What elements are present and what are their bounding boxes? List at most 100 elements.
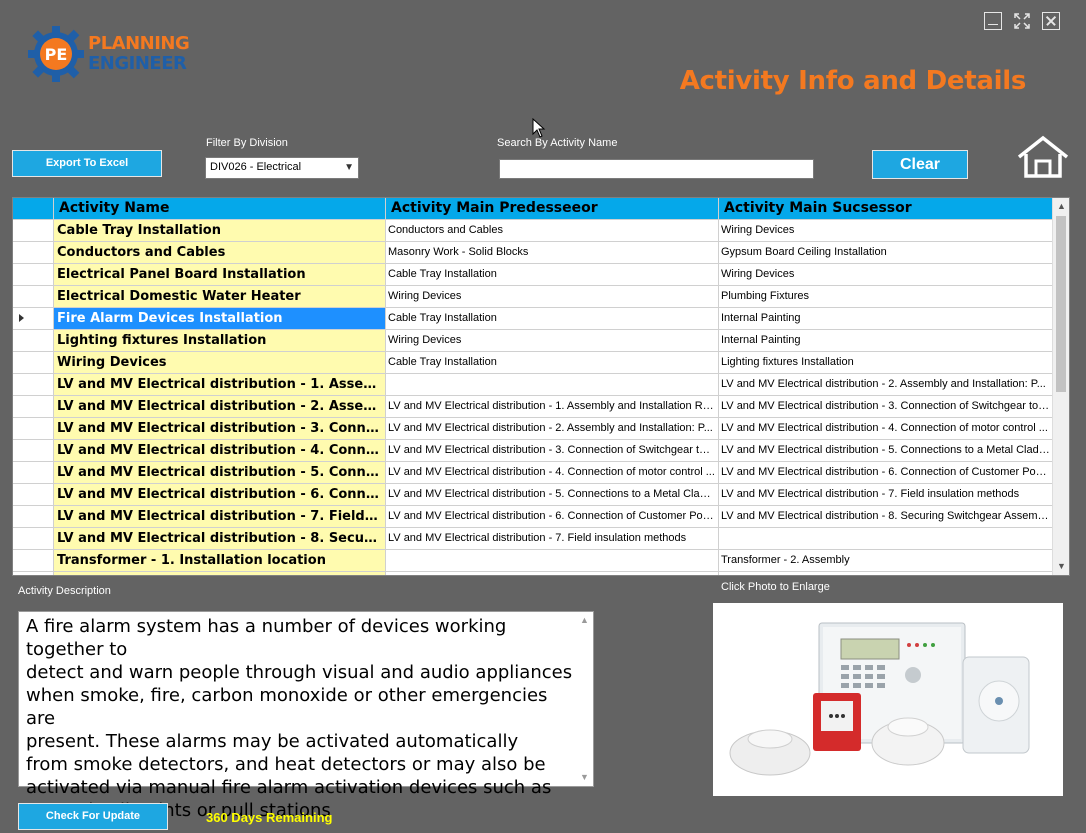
predecessor-cell[interactable]	[386, 550, 719, 571]
row-selector[interactable]	[13, 418, 54, 439]
successor-cell[interactable]: LV and MV Electrical distribution - 7. F…	[719, 484, 1052, 505]
predecessor-cell[interactable]	[386, 572, 719, 575]
successor-cell[interactable]: LV and MV Electrical distribution - 2. A…	[719, 374, 1052, 395]
successor-cell[interactable]: Internal Painting	[719, 330, 1052, 351]
predecessor-cell[interactable]: LV and MV Electrical distribution - 6. C…	[386, 506, 719, 527]
scroll-thumb[interactable]	[1056, 216, 1066, 392]
predecessor-cell[interactable]: Cable Tray Installation	[386, 352, 719, 373]
activity-name-cell[interactable]: Lighting fixtures Installation	[54, 330, 386, 351]
home-icon[interactable]	[1016, 135, 1070, 179]
table-row[interactable]: LV and MV Electrical distribution - 1. A…	[13, 374, 1052, 396]
table-row[interactable]: Electrical Domestic Water Heater Wiring D…	[13, 286, 1052, 308]
column-header-predecessor[interactable]: Activity Main Predesseeor	[386, 198, 719, 219]
table-row[interactable]: LV and MV Electrical distribution - 8. S…	[13, 528, 1052, 550]
table-row[interactable]: Fire Alarm Devices Installation Cable Tra…	[13, 308, 1052, 330]
predecessor-cell[interactable]: LV and MV Electrical distribution - 3. C…	[386, 440, 719, 461]
maximize-icon[interactable]	[1013, 12, 1031, 30]
desc-scroll-down-icon[interactable]: ▼	[576, 769, 593, 786]
row-selector[interactable]	[13, 374, 54, 395]
successor-cell[interactable]: Plumbing Fixtures	[719, 286, 1052, 307]
successor-cell[interactable]: Lighting fixtures Installation	[719, 352, 1052, 373]
row-selector-arrow-icon[interactable]	[13, 308, 54, 329]
activity-name-cell[interactable]: LV and MV Electrical distribution - 4. C…	[54, 440, 386, 461]
successor-cell[interactable]: LV and MV Electrical distribution - 6. C…	[719, 462, 1052, 483]
activity-name-cell[interactable]: LV and MV Electrical distribution - 8. S…	[54, 528, 386, 549]
activity-name-cell[interactable]: LV and MV Electrical distribution - 2. A…	[54, 396, 386, 417]
activity-name-cell[interactable]: Cable Tray Installation	[54, 220, 386, 241]
predecessor-cell[interactable]: Cable Tray Installation	[386, 308, 719, 329]
export-to-excel-button[interactable]: Export To Excel	[12, 150, 162, 177]
activity-name-cell[interactable]: Electrical Panel Board Installation	[54, 264, 386, 285]
row-selector[interactable]	[13, 242, 54, 263]
row-selector[interactable]	[13, 440, 54, 461]
row-selector[interactable]	[13, 286, 54, 307]
predecessor-cell[interactable]: LV and MV Electrical distribution - 5. C…	[386, 484, 719, 505]
activity-name-cell[interactable]: LV and MV Electrical distribution - 6. C…	[54, 484, 386, 505]
division-select[interactable]: DIV026 - Electrical ▼	[205, 157, 359, 179]
predecessor-cell[interactable]: Cable Tray Installation	[386, 264, 719, 285]
row-selector[interactable]	[13, 528, 54, 549]
predecessor-cell[interactable]: LV and MV Electrical distribution - 2. A…	[386, 418, 719, 439]
row-selector[interactable]	[13, 396, 54, 417]
predecessor-cell[interactable]: LV and MV Electrical distribution - 1. A…	[386, 396, 719, 417]
table-row[interactable]: Conductors and Cables Masonry Work - Soli…	[13, 242, 1052, 264]
desc-scroll-up-icon[interactable]: ▲	[576, 612, 593, 629]
close-icon[interactable]	[1042, 12, 1060, 30]
row-selector[interactable]	[13, 220, 54, 241]
successor-cell[interactable]	[719, 528, 1052, 549]
successor-cell[interactable]: Wiring Devices	[719, 220, 1052, 241]
successor-cell[interactable]: LV and MV Electrical distribution - 8. S…	[719, 506, 1052, 527]
activity-name-cell[interactable]: Fire Alarm Devices Installation	[54, 308, 386, 329]
predecessor-cell[interactable]: LV and MV Electrical distribution - 4. C…	[386, 462, 719, 483]
row-selector[interactable]	[13, 550, 54, 571]
table-row[interactable]: LV and MV Electrical distribution - 7. F…	[13, 506, 1052, 528]
row-selector[interactable]	[13, 264, 54, 285]
description-textbox[interactable]: A fire alarm system has a number of devi…	[18, 611, 594, 821]
successor-cell[interactable]: Internal Painting	[719, 308, 1052, 329]
successor-cell[interactable]: Wiring Devices	[719, 264, 1052, 285]
row-selector[interactable]	[13, 462, 54, 483]
predecessor-cell[interactable]	[386, 374, 719, 395]
grid-scrollbar[interactable]: ▲ ▼	[1052, 198, 1069, 575]
activity-name-cell[interactable]: Electrical Domestic Water Heater	[54, 286, 386, 307]
activity-name-cell[interactable]: LV and MV Electrical distribution - 1. A…	[54, 374, 386, 395]
clear-button[interactable]: Clear	[872, 150, 968, 179]
table-row[interactable]: Electrical Panel Board Installation Cable…	[13, 264, 1052, 286]
table-row[interactable]: LV and MV Electrical distribution - 3. C…	[13, 418, 1052, 440]
activity-name-cell[interactable]: Transformer - 1. Installation location	[54, 550, 386, 571]
table-row[interactable]: LV and MV Electrical distribution - 6. C…	[13, 484, 1052, 506]
table-row[interactable]: Lighting fixtures Installation Wiring Dev…	[13, 330, 1052, 352]
table-row[interactable]: Transformer - 1. Installation location Tr…	[13, 550, 1052, 572]
description-scrollbar[interactable]: ▲ ▼	[576, 612, 593, 786]
column-header-activity-name[interactable]: Activity Name	[54, 198, 386, 219]
row-selector[interactable]	[13, 352, 54, 373]
successor-cell[interactable]: LV and MV Electrical distribution - 5. C…	[719, 440, 1052, 461]
activity-name-cell[interactable]: Conductors and Cables	[54, 242, 386, 263]
successor-cell[interactable]: Transformer - 2. Assembly	[719, 550, 1052, 571]
predecessor-cell[interactable]: Wiring Devices	[386, 286, 719, 307]
successor-cell[interactable]	[719, 572, 1052, 575]
table-row[interactable]: LV and MV Electrical distribution - 2. A…	[13, 396, 1052, 418]
row-selector[interactable]	[13, 484, 54, 505]
scroll-down-icon[interactable]: ▼	[1053, 558, 1069, 575]
row-selector[interactable]	[13, 572, 54, 575]
activity-name-cell[interactable]: LV and MV Electrical distribution - 3. C…	[54, 418, 386, 439]
row-selector[interactable]	[13, 330, 54, 351]
table-row[interactable]	[13, 572, 1052, 575]
predecessor-cell[interactable]: Masonry Work - Solid Blocks	[386, 242, 719, 263]
search-input[interactable]	[499, 159, 814, 179]
successor-cell[interactable]: LV and MV Electrical distribution - 4. C…	[719, 418, 1052, 439]
scroll-up-icon[interactable]: ▲	[1053, 198, 1069, 215]
activity-photo[interactable]	[713, 603, 1063, 796]
table-row[interactable]: Cable Tray Installation Conductors and Ca…	[13, 220, 1052, 242]
table-row[interactable]: LV and MV Electrical distribution - 5. C…	[13, 462, 1052, 484]
activity-name-cell[interactable]	[54, 572, 386, 575]
table-row[interactable]: LV and MV Electrical distribution - 4. C…	[13, 440, 1052, 462]
successor-cell[interactable]: Gypsum Board Ceiling Installation	[719, 242, 1052, 263]
predecessor-cell[interactable]: LV and MV Electrical distribution - 7. F…	[386, 528, 719, 549]
activity-name-cell[interactable]: LV and MV Electrical distribution - 5. C…	[54, 462, 386, 483]
table-row[interactable]: Wiring Devices Cable Tray Installation Lig…	[13, 352, 1052, 374]
column-header-successor[interactable]: Activity Main Sucsessor	[719, 198, 1052, 219]
minimize-icon[interactable]	[984, 12, 1002, 30]
activity-name-cell[interactable]: Wiring Devices	[54, 352, 386, 373]
